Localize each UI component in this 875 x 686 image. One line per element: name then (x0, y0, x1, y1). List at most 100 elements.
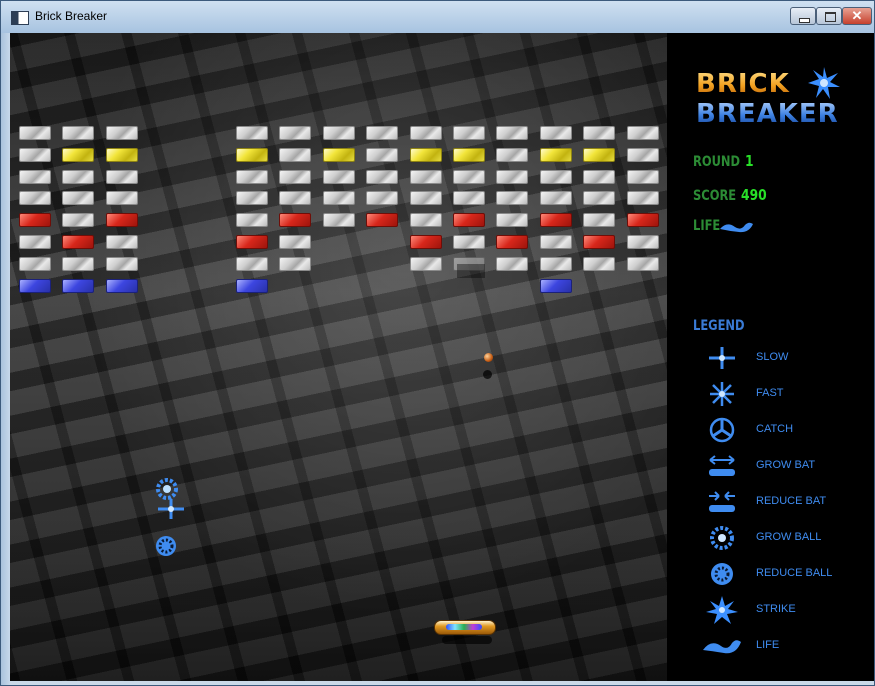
brick-silver (627, 126, 659, 147)
game-logo: BRICK BREAKER (696, 67, 840, 129)
paddle-bat[interactable] (434, 620, 496, 635)
brick-silver (453, 191, 485, 212)
brick-silver (106, 235, 138, 256)
brick-silver (106, 126, 138, 147)
brick-silver (410, 170, 442, 191)
falling-powerup-slow (156, 499, 186, 524)
brick-silver (540, 257, 572, 278)
brick-silver (453, 235, 485, 256)
maximize-button[interactable] (816, 7, 842, 25)
brick-silver (627, 170, 659, 191)
score-display: SCORE 490 (693, 186, 767, 204)
brick-silver (496, 170, 528, 191)
brick-silver (19, 191, 51, 212)
brick-silver (323, 191, 355, 212)
brick-yellow (583, 148, 615, 169)
close-button[interactable]: ✕ (842, 7, 872, 25)
brick-silver (62, 213, 94, 234)
brick-red (583, 235, 615, 256)
title-bar[interactable]: Brick Breaker ✕ (1, 1, 874, 33)
brick-red (627, 213, 659, 234)
legend-item: GROW BAT (701, 451, 871, 481)
brick-silver (19, 148, 51, 169)
brick-silver (323, 213, 355, 234)
brick-silver (279, 170, 311, 191)
brick-red (540, 213, 572, 234)
game-window: Brick Breaker ✕ BRICK BREAKER ROUND 1 SC… (0, 0, 875, 686)
score-value: 490 (741, 186, 767, 204)
brick-red (236, 235, 268, 256)
legend-label: GROW BALL (756, 531, 822, 543)
score-label: SCORE (693, 188, 737, 204)
brick-silver (410, 257, 442, 278)
brick-blue (19, 279, 51, 300)
brick-silver (323, 170, 355, 191)
brick-silver (62, 170, 94, 191)
legend-label: GROW BAT (756, 459, 816, 471)
brick-yellow (323, 148, 355, 169)
brick-silver (627, 191, 659, 212)
brick-red (453, 213, 485, 234)
brick-silver (106, 170, 138, 191)
brick-yellow (236, 148, 268, 169)
legend-label: REDUCE BALL (756, 567, 833, 579)
brick-silver (323, 126, 355, 147)
brick-silver (106, 191, 138, 212)
brick-silver (19, 257, 51, 278)
brick-red (496, 235, 528, 256)
legend-item: LIFE (701, 631, 871, 661)
brick-silver (540, 126, 572, 147)
brick-silver (410, 213, 442, 234)
brick-silver (496, 148, 528, 169)
brick-red (19, 213, 51, 234)
legend-item: FAST (701, 379, 871, 409)
legend-item: REDUCE BAT (701, 487, 871, 517)
round-display: ROUND 1 (693, 152, 754, 170)
legend-label: STRIKE (756, 603, 796, 615)
brick-red (279, 213, 311, 234)
brick-yellow (410, 148, 442, 169)
brick-silver (366, 191, 398, 212)
legend-label: CATCH (756, 423, 794, 435)
brick-yellow (540, 148, 572, 169)
brick-silver (106, 257, 138, 278)
minimize-button[interactable] (790, 7, 816, 25)
falling-powerup-reduce-ball (153, 533, 181, 566)
brick-silver (62, 257, 94, 278)
brick-red (410, 235, 442, 256)
brick-blue (106, 279, 138, 300)
round-value: 1 (744, 152, 754, 170)
brick-silver (540, 191, 572, 212)
brick-silver (496, 257, 528, 278)
brick-silver (279, 191, 311, 212)
brick-silver (279, 257, 311, 278)
brick-silver (366, 148, 398, 169)
round-label: ROUND (693, 154, 741, 170)
brick-silver (236, 126, 268, 147)
window-frame-bottom (10, 681, 874, 685)
slow-icon (709, 347, 735, 369)
brick-silver (366, 126, 398, 147)
brick-red (366, 213, 398, 234)
playfield[interactable] (10, 33, 667, 681)
brick-silver (453, 170, 485, 191)
ball (484, 353, 493, 362)
logo-line-2: BREAKER (696, 99, 839, 129)
brick-silver (236, 257, 268, 278)
grow-bat-icon (709, 455, 735, 476)
app-icon (11, 11, 29, 25)
brick-silver (19, 170, 51, 191)
brick-silver (19, 235, 51, 256)
reduce-ball-icon (711, 563, 733, 585)
brick-silver (583, 126, 615, 147)
close-icon: ✕ (851, 8, 863, 23)
brick-silver (583, 213, 615, 234)
legend-item: STRIKE (701, 595, 871, 625)
reduce-bat-icon (709, 491, 735, 512)
brick-yellow (62, 148, 94, 169)
slow-icon (158, 499, 184, 519)
brick-silver (279, 126, 311, 147)
legend-item: CATCH (701, 415, 871, 445)
brick-gray (453, 257, 485, 278)
brick-yellow (106, 148, 138, 169)
